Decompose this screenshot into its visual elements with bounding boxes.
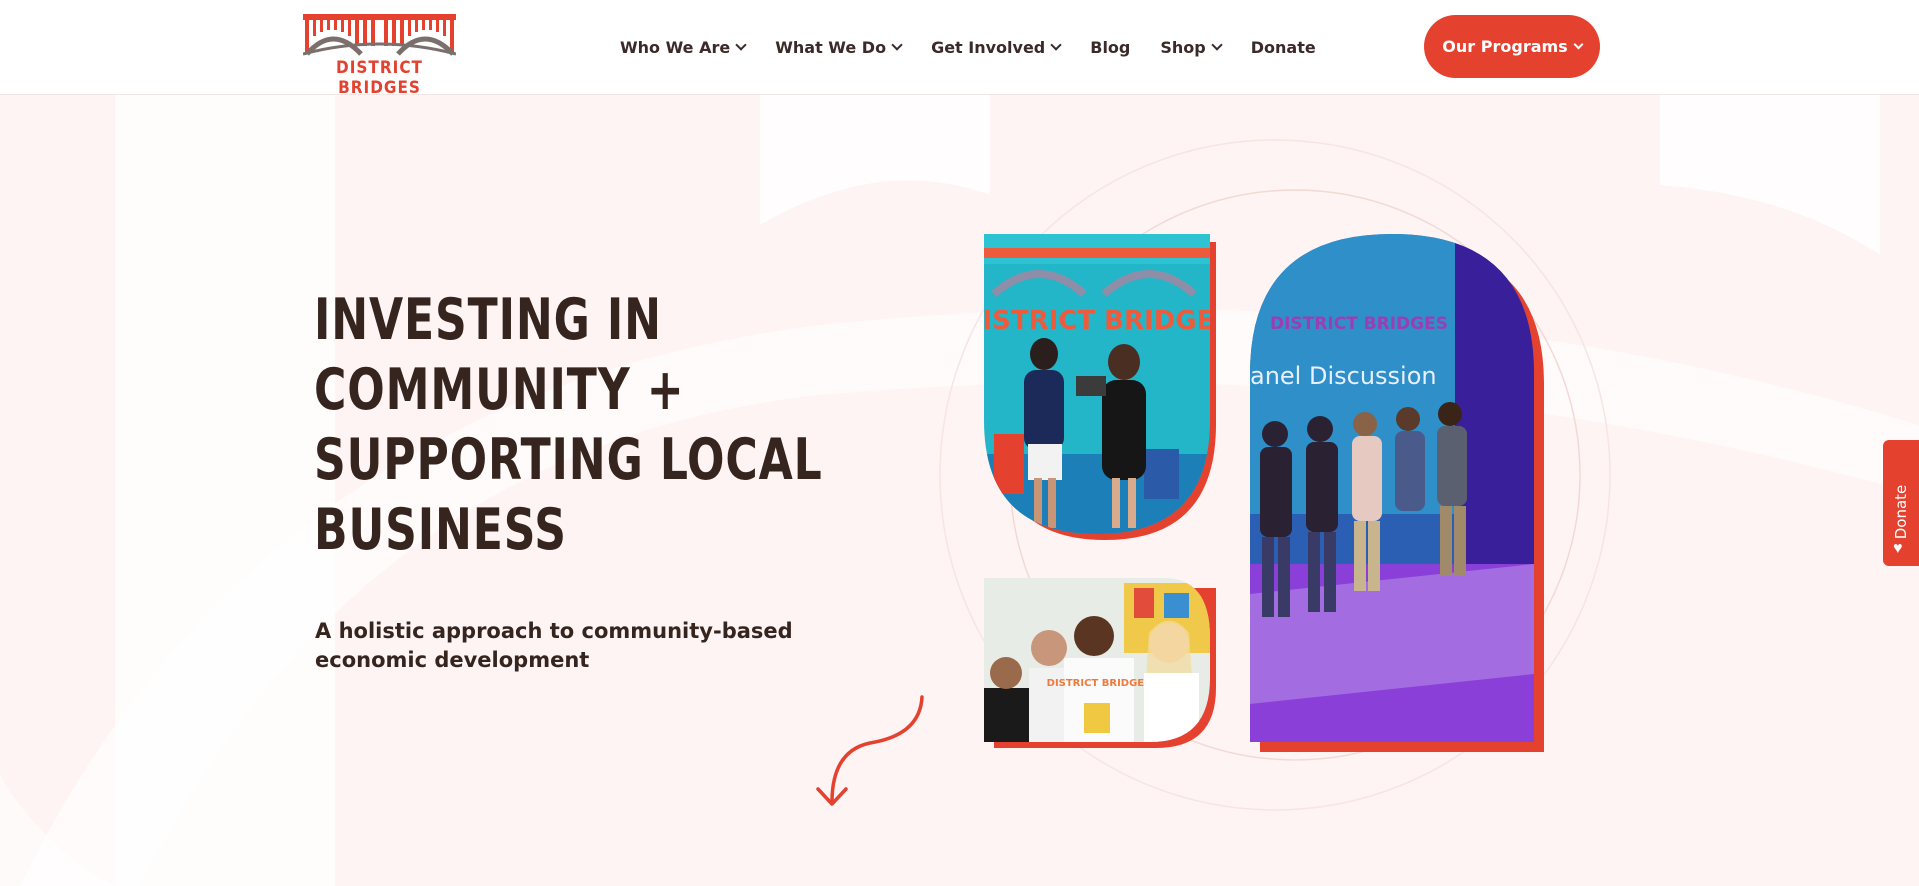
nav-who-we-are[interactable]: Who We Are xyxy=(620,34,747,60)
nav-blog[interactable]: Blog xyxy=(1090,34,1130,60)
headline-line: Investing in xyxy=(314,287,662,353)
chevron-down-icon xyxy=(1050,39,1062,51)
main-nav: Who We Are What We Do Get Involved Blog … xyxy=(620,34,1346,60)
nav-label: Donate xyxy=(1250,37,1316,57)
hero-subheading: A holistic approach to community-based e… xyxy=(315,619,793,672)
cta-label: Our Programs xyxy=(1442,37,1568,56)
headline-line: supporting local xyxy=(314,427,823,493)
hero-headline: Investing in community + supporting loca… xyxy=(314,285,823,565)
nav-what-we-do[interactable]: What We Do xyxy=(775,34,903,60)
chevron-down-icon xyxy=(891,39,903,51)
scroll-down-arrow-icon[interactable] xyxy=(810,695,930,810)
stage-banner-text: DISTRICT BRIDGES xyxy=(1270,314,1448,334)
photo-award-handshake: DISTRICT BRIDGES xyxy=(984,234,1216,540)
chevron-down-icon xyxy=(1573,39,1584,50)
nav-label: What We Do xyxy=(775,37,887,57)
district-bridges-logo[interactable]: DISTRICT BRIDGES xyxy=(302,14,457,98)
headline-line: business xyxy=(314,497,567,563)
nav-get-involved[interactable]: Get Involved xyxy=(931,34,1062,60)
donate-tab-label: Donate xyxy=(1892,484,1910,540)
photo-panel-discussion: DISTRICT BRIDGES anel Discussion xyxy=(1250,234,1544,752)
photo-banner-text: DISTRICT BRIDGES xyxy=(984,306,1216,336)
nav-label: Shop xyxy=(1160,37,1206,57)
bridge-logo-icon xyxy=(302,14,457,56)
hero-background-shapes xyxy=(0,95,1919,886)
nav-donate[interactable]: Donate xyxy=(1251,34,1316,60)
photo-volunteers-group: DISTRICT BRIDGES xyxy=(984,578,1216,748)
headline-line: community + xyxy=(314,357,685,423)
chevron-down-icon xyxy=(735,39,747,51)
stage-sign-text: anel Discussion xyxy=(1250,362,1437,390)
hero-section: Investing in community + supporting loca… xyxy=(0,95,1919,886)
chevron-down-icon xyxy=(1211,39,1223,51)
nav-label: Get Involved xyxy=(931,37,1046,57)
heart-icon: ♥ xyxy=(1893,540,1903,557)
side-donate-tab[interactable]: Donate ♥ xyxy=(1883,440,1919,566)
nav-label: Who We Are xyxy=(620,37,731,57)
nav-shop[interactable]: Shop xyxy=(1160,34,1223,60)
our-programs-button[interactable]: Our Programs xyxy=(1424,15,1600,78)
tshirt-text: DISTRICT BRIDGES xyxy=(1047,678,1152,689)
logo-wordmark: DISTRICT BRIDGES xyxy=(336,58,423,98)
nav-label: Blog xyxy=(1090,37,1131,57)
site-header: DISTRICT BRIDGES Who We Are What We Do G… xyxy=(0,0,1919,98)
